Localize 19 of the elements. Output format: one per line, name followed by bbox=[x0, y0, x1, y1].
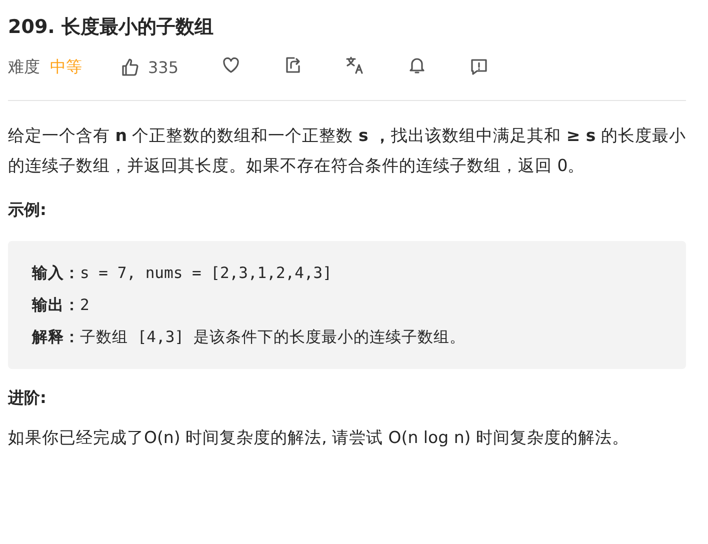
example-label: 解释： bbox=[32, 326, 80, 348]
example-label: 输入： bbox=[32, 262, 80, 284]
follow-up-text: 如果你已经完成了O(n) 时间复杂度的解法, 请尝试 O(n log n) 时间复杂度的解法。 bbox=[8, 427, 630, 449]
problem-title: 209. 长度最小的子数组 bbox=[8, 15, 214, 40]
example-value: 2 bbox=[80, 295, 90, 316]
follow-up-heading: 进阶: bbox=[8, 387, 48, 409]
bell-icon[interactable] bbox=[406, 55, 427, 75]
problem-description: 给定一个含有 n 个正整数的数组和一个正整数 s ，找出该数组中满足其和 ≥ s 的长度最小的连续子数组，并返回其长度。如果不存在符合条件的连续子数组，返回 0。 bbox=[8, 125, 687, 177]
example-value: s = 7, nums = [2,3,1,2,4,3] bbox=[80, 263, 332, 284]
thumbs-up-icon[interactable] bbox=[120, 57, 140, 77]
like-count: 335 bbox=[148, 58, 179, 76]
feedback-icon[interactable] bbox=[468, 57, 489, 77]
difficulty-value: 中等 bbox=[50, 56, 82, 78]
example-label: 输出： bbox=[32, 294, 80, 316]
translate-icon[interactable] bbox=[344, 55, 365, 75]
example-heading: 示例: bbox=[8, 199, 48, 221]
difficulty-label: 难度 bbox=[8, 56, 40, 78]
heart-icon[interactable] bbox=[220, 55, 241, 75]
example-value: 子数组 [4,3] 是该条件下的长度最小的连续子数组。 bbox=[80, 327, 466, 348]
